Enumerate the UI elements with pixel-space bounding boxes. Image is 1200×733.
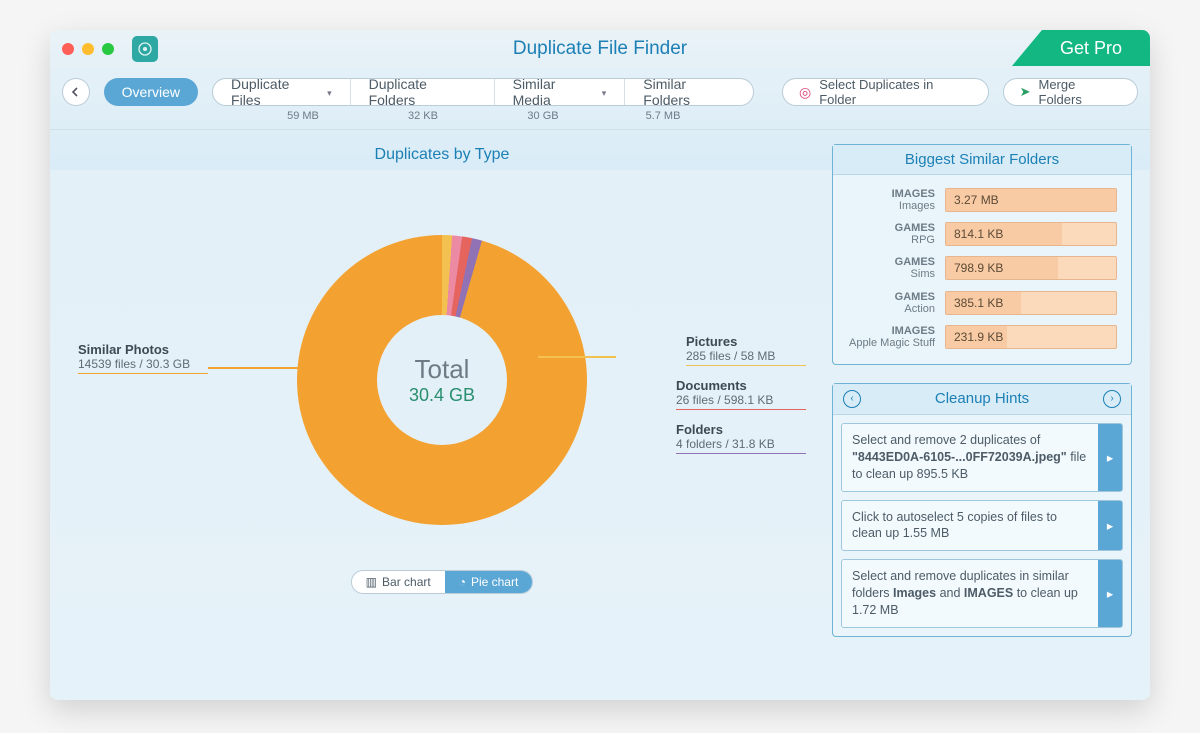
panel-title: Cleanup Hints (935, 390, 1029, 407)
target-icon: ◎ (799, 84, 811, 101)
tab-duplicate-files[interactable]: Duplicate Files▾ (213, 79, 351, 105)
tab-similar-folders[interactable]: Similar Folders (625, 79, 753, 105)
cleanup-hints-panel: ‹ Cleanup Hints › Select and remove 2 du… (832, 383, 1132, 637)
play-icon[interactable]: ▸ (1098, 560, 1122, 627)
legend-pictures: Pictures 285 files / 58 MB (686, 334, 806, 366)
get-pro-button[interactable]: Get Pro (1012, 30, 1150, 66)
chart-type-toggle: ▥ Bar chart ◔ Pie chart (351, 570, 534, 594)
app-emblem-icon (132, 36, 158, 62)
size-bar: 385.1 KB (945, 291, 1117, 315)
tab-size: 59 MB (243, 110, 363, 122)
legend-similar-photos: Similar Photos 14539 files / 30.3 GB (78, 342, 208, 374)
leader-line (538, 356, 616, 358)
tab-size: 30 GB (483, 110, 603, 122)
zoom-icon[interactable] (102, 43, 114, 55)
window-controls (62, 43, 114, 55)
cleanup-hint[interactable]: Select and remove duplicates in similar … (841, 559, 1123, 628)
close-icon[interactable] (62, 43, 74, 55)
size-bar: 3.27 MB (945, 188, 1117, 212)
bar-icon: ▥ (366, 575, 377, 589)
right-column: Biggest Similar Folders IMAGESImages 3.2… (832, 140, 1132, 682)
select-duplicates-button[interactable]: ◎ Select Duplicates in Folder (782, 78, 989, 106)
merge-folders-button[interactable]: ➤ Merge Folders (1003, 78, 1138, 106)
donut-chart: Total 30.4 GB Similar Photos 14539 files… (68, 182, 816, 562)
folder-row[interactable]: GAMESAction 385.1 KB (833, 286, 1131, 320)
chart-title: Duplicates by Type (375, 146, 510, 164)
bar-chart-button[interactable]: ▥ Bar chart (352, 571, 445, 593)
folder-row[interactable]: IMAGESApple Magic Stuff 231.9 KB (833, 320, 1131, 354)
cleanup-hint[interactable]: Select and remove 2 duplicates of "8443E… (841, 423, 1123, 492)
tab-size: 32 KB (363, 110, 483, 122)
hints-prev-button[interactable]: ‹ (843, 390, 861, 408)
size-bar: 798.9 KB (945, 256, 1117, 280)
chevron-down-icon: ▾ (602, 88, 607, 99)
hints-next-button[interactable]: › (1103, 390, 1121, 408)
back-button[interactable] (62, 78, 90, 106)
folder-row[interactable]: GAMESSims 798.9 KB (833, 251, 1131, 285)
tab-similar-media[interactable]: Similar Media▾ (495, 79, 626, 105)
folder-row[interactable]: IMAGESImages 3.27 MB (833, 183, 1131, 217)
panel-title: Biggest Similar Folders (833, 145, 1131, 175)
size-bar: 814.1 KB (945, 222, 1117, 246)
merge-icon: ➤ (1020, 84, 1031, 100)
play-icon[interactable]: ▸ (1098, 501, 1122, 551)
leader-line (208, 367, 333, 369)
chart-column: Duplicates by Type Total 30.4 GB Similar… (68, 140, 816, 682)
donut-center: Total 30.4 GB (377, 315, 507, 445)
tab-size: 5.7 MB (603, 110, 723, 122)
folder-row[interactable]: GAMESRPG 814.1 KB (833, 217, 1131, 251)
app-window: Duplicate File Finder Get Pro Overview D… (50, 30, 1150, 700)
cleanup-hint[interactable]: Click to autoselect 5 copies of files to… (841, 500, 1123, 552)
toolbar: Overview Duplicate Files▾Duplicate Folde… (50, 68, 1150, 130)
pie-icon: ◔ (459, 575, 466, 589)
minimize-icon[interactable] (82, 43, 94, 55)
category-tabs: Duplicate Files▾Duplicate FoldersSimilar… (212, 78, 754, 122)
biggest-similar-folders-panel: Biggest Similar Folders IMAGESImages 3.2… (832, 144, 1132, 365)
pie-chart-button[interactable]: ◔ Pie chart (445, 571, 533, 593)
size-bar: 231.9 KB (945, 325, 1117, 349)
tab-duplicate-folders[interactable]: Duplicate Folders (351, 79, 495, 105)
chevron-down-icon: ▾ (327, 88, 332, 99)
play-icon[interactable]: ▸ (1098, 424, 1122, 491)
legend-folders: Folders 4 folders / 31.8 KB (676, 422, 806, 454)
legend-documents: Documents 26 files / 598.1 KB (676, 378, 806, 410)
main-content: Duplicates by Type Total 30.4 GB Similar… (50, 130, 1150, 700)
titlebar: Duplicate File Finder Get Pro (50, 30, 1150, 68)
app-title: Duplicate File Finder (50, 38, 1150, 60)
overview-pill[interactable]: Overview (104, 78, 198, 106)
